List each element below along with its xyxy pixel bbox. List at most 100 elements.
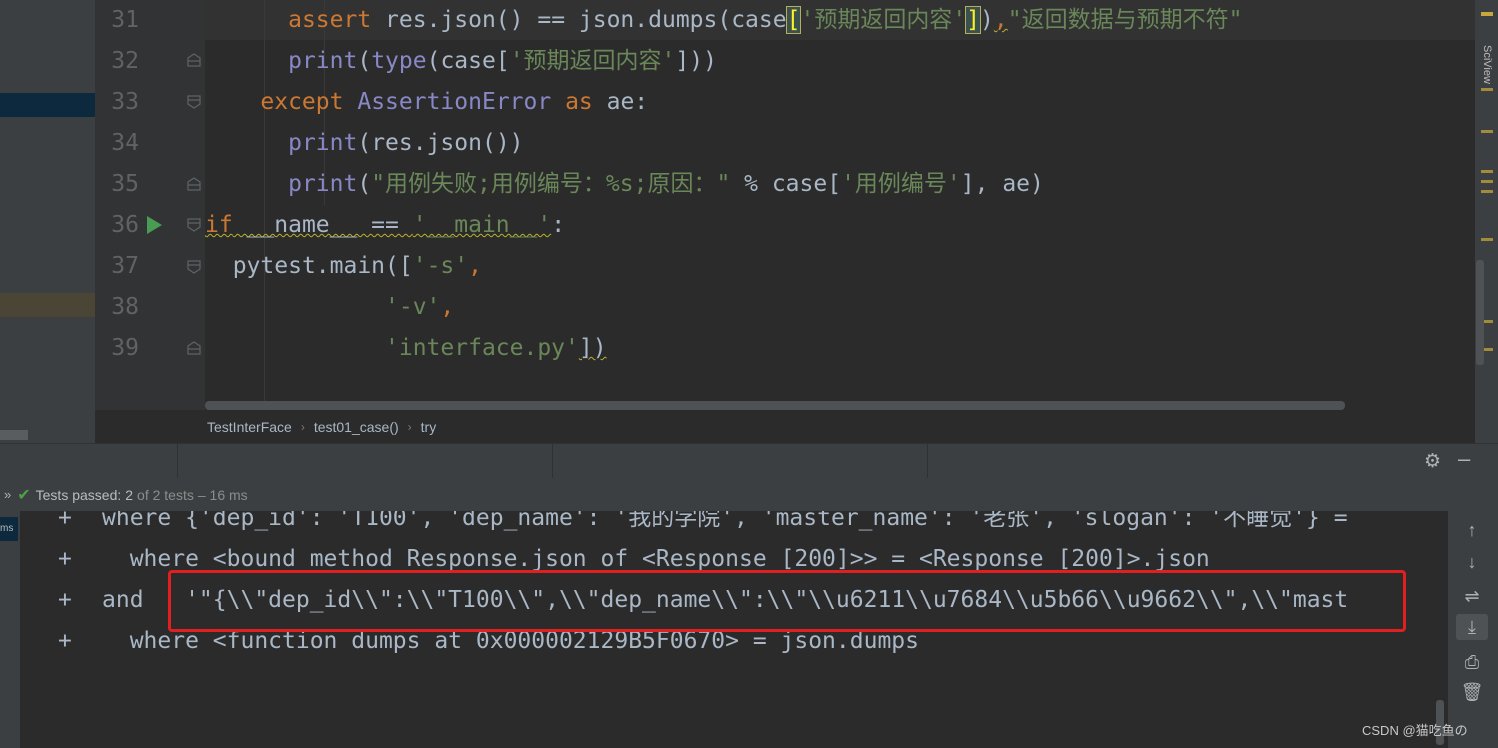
breadcrumb-method[interactable]: test01_case() bbox=[314, 419, 399, 435]
print-icon[interactable]: ⎙ bbox=[1456, 649, 1488, 675]
scroll-to-end-icon[interactable]: ⤓ bbox=[1456, 614, 1488, 640]
editor-horizontal-scrollbar[interactable] bbox=[205, 401, 1345, 410]
string-literal: '-v' bbox=[385, 294, 441, 320]
code-line-35[interactable]: print("用例失败;用例编号：%s;原因：" % case['用例编号'],… bbox=[205, 164, 1044, 205]
code-editor[interactable]: assert res.json() == json.dumps(case['预期… bbox=[205, 0, 1475, 410]
warning-marker[interactable] bbox=[1481, 238, 1493, 241]
diff-plus: + bbox=[58, 511, 72, 531]
run-gutter-icon[interactable] bbox=[147, 216, 162, 234]
string-literal: "用例失败;用例编号：%s;原因：" bbox=[371, 171, 731, 197]
code-text: ]) bbox=[578, 335, 607, 361]
code-text: ( bbox=[357, 171, 372, 197]
line-number: 34 bbox=[111, 130, 139, 156]
scroll-up-icon[interactable]: ↑ bbox=[1456, 517, 1488, 543]
console-toolbar: ↑ ↓ ⇌ ⤓ ⎙ 🗑 bbox=[1448, 511, 1498, 748]
trash-icon[interactable]: 🗑 bbox=[1456, 679, 1488, 705]
code-line-39[interactable]: 'interface.py']) bbox=[205, 328, 607, 369]
code-text: ( bbox=[357, 48, 372, 74]
tests-total: of 2 tests bbox=[137, 486, 194, 503]
divider bbox=[177, 444, 178, 479]
code-text: ae: bbox=[592, 89, 649, 115]
code-line-37[interactable]: pytest.main(['-s', bbox=[205, 246, 482, 287]
code-text: ])) bbox=[675, 48, 717, 74]
project-panel-strip[interactable] bbox=[0, 0, 95, 443]
tests-passed-count: 2 bbox=[125, 486, 134, 503]
warning-marker[interactable] bbox=[1481, 130, 1493, 133]
diff-plus: + bbox=[58, 628, 72, 654]
editor-vertical-scrollbar[interactable] bbox=[1476, 260, 1484, 365]
keyword-if: if bbox=[205, 212, 233, 238]
warning-marker[interactable] bbox=[1481, 170, 1493, 173]
minimize-icon[interactable]: – bbox=[1458, 446, 1470, 472]
code-text: % case[ bbox=[730, 171, 842, 197]
builtin-print: print bbox=[288, 130, 358, 156]
divider bbox=[552, 444, 553, 479]
keyword-assert: assert bbox=[288, 7, 372, 33]
breadcrumb-class[interactable]: TestInterFace bbox=[207, 419, 292, 435]
warning-marker[interactable] bbox=[1481, 190, 1493, 193]
line-number: 37 bbox=[111, 253, 139, 279]
breadcrumb: TestInterFace › test01_case() › try bbox=[95, 410, 1475, 443]
code-text: res.json() == json.dumps(case bbox=[371, 7, 787, 33]
code-line-31[interactable]: assert res.json() == json.dumps(case['预期… bbox=[205, 0, 1242, 41]
code-line-38[interactable]: '-v', bbox=[205, 287, 454, 328]
soft-wrap-icon[interactable]: ⇌ bbox=[1456, 583, 1488, 609]
project-selected-row[interactable] bbox=[0, 93, 95, 117]
console-text: where {'dep_id': 'T100', 'dep_name': '我的… bbox=[102, 511, 1362, 531]
fold-end-icon[interactable] bbox=[186, 340, 202, 356]
tests-passed-label: Tests passed: bbox=[35, 486, 122, 503]
comma: , bbox=[468, 253, 482, 279]
project-scrollbar[interactable] bbox=[0, 430, 28, 440]
string-literal: 'interface.py' bbox=[385, 335, 579, 361]
breadcrumb-block[interactable]: try bbox=[421, 419, 437, 435]
code-line-36[interactable]: if __name__ == '__main__': bbox=[205, 205, 565, 246]
project-highlight-row[interactable] bbox=[0, 293, 95, 317]
builtin-print: print bbox=[288, 48, 358, 74]
line-number: 35 bbox=[111, 171, 139, 197]
string-literal: '用例编号' bbox=[841, 171, 961, 197]
code-text: pytest.main([ bbox=[232, 253, 413, 279]
expand-chevron-icon[interactable]: » bbox=[4, 487, 11, 502]
string-literal: '__main__' bbox=[412, 212, 552, 238]
left-tab[interactable]: ms bbox=[0, 517, 18, 541]
sciview-tab[interactable]: SciView bbox=[1481, 45, 1493, 84]
code-text: ) bbox=[980, 7, 994, 33]
line-number: 36 bbox=[111, 212, 139, 238]
fold-start-icon[interactable] bbox=[186, 217, 202, 233]
line-number: 33 bbox=[111, 89, 139, 115]
watermark: CSDN @猫吃鱼の bbox=[1362, 723, 1468, 738]
code-text: __name__ == bbox=[232, 212, 413, 238]
warning-marker[interactable] bbox=[1481, 180, 1493, 183]
string-literal: '预期返回内容' bbox=[509, 48, 676, 74]
warning-marker[interactable] bbox=[1481, 12, 1493, 16]
tests-duration: – 16 ms bbox=[197, 486, 248, 503]
warning-marker[interactable] bbox=[1481, 88, 1493, 91]
fold-end-icon[interactable] bbox=[186, 176, 202, 192]
code-text: : bbox=[551, 212, 566, 238]
comma: , bbox=[440, 294, 455, 320]
line-number: 38 bbox=[111, 294, 139, 320]
fold-start-icon[interactable] bbox=[186, 94, 202, 110]
class-name: AssertionError bbox=[357, 89, 552, 115]
string-literal: '预期返回内容' bbox=[800, 7, 967, 33]
builtin-print: print bbox=[288, 171, 358, 197]
code-line-34[interactable]: print(res.json()) bbox=[205, 123, 523, 164]
fold-start-icon[interactable] bbox=[186, 259, 202, 275]
fold-end-icon[interactable] bbox=[186, 52, 202, 68]
code-text: ], ae) bbox=[960, 171, 1044, 197]
red-highlight-box bbox=[168, 570, 1406, 632]
string-literal: "返回数据与预期不符" bbox=[1007, 7, 1243, 33]
gear-icon[interactable]: ⚙ bbox=[1424, 450, 1441, 473]
code-line-33[interactable]: except AssertionError as ae: bbox=[205, 82, 648, 123]
line-number: 31 bbox=[111, 7, 139, 33]
code-text: (case[ bbox=[426, 48, 510, 74]
scroll-down-icon[interactable]: ↓ bbox=[1456, 549, 1488, 575]
keyword-as: as bbox=[551, 89, 593, 115]
code-line-32[interactable]: print(type(case['预期返回内容'])) bbox=[205, 41, 717, 82]
